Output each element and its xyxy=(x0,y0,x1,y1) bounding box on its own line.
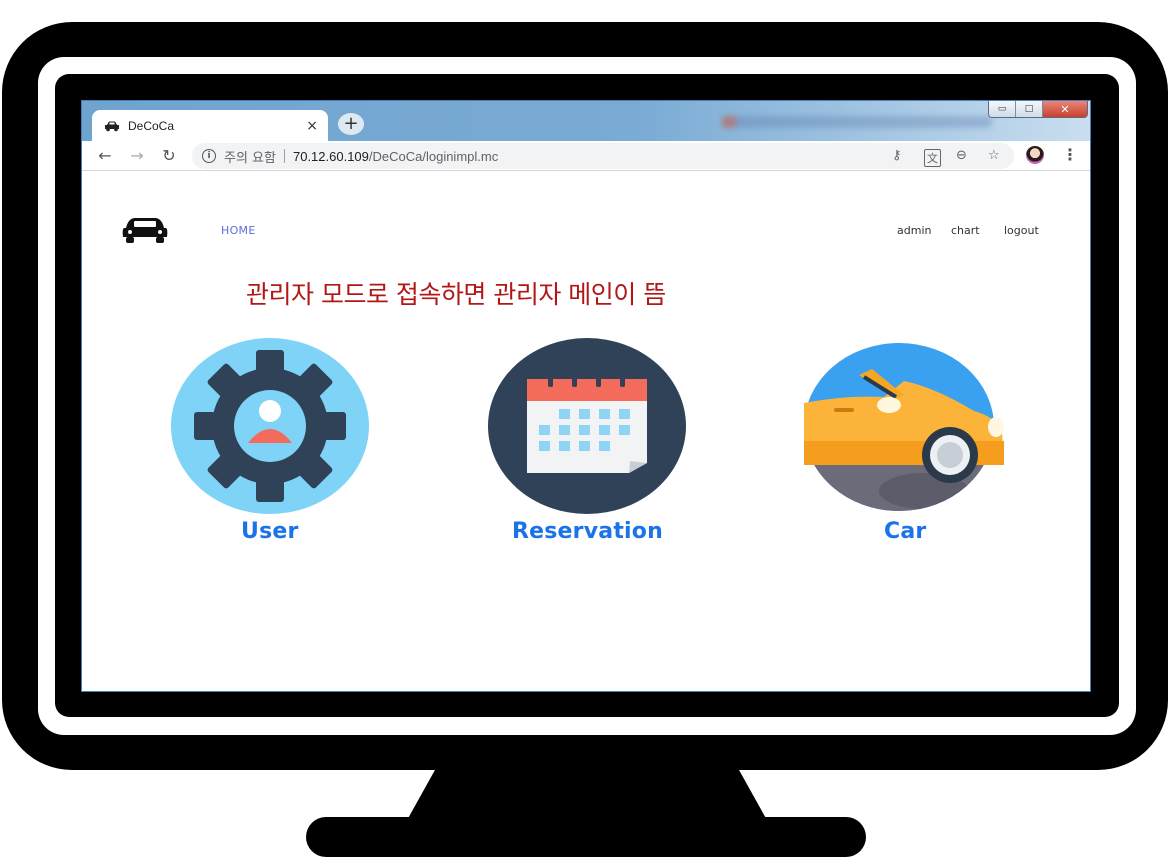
maximize-button[interactable]: □ xyxy=(1016,101,1043,117)
browser-toolbar: ← → ↻ i 주의 요함 70.12.60.109 /DeCoCa/login… xyxy=(82,141,1090,171)
card-label-car[interactable]: Car xyxy=(884,519,926,544)
star-icon[interactable]: ☆ xyxy=(988,148,1000,163)
menu-icon[interactable]: ⋮ xyxy=(1062,145,1078,164)
nav-chart-link[interactable]: chart xyxy=(951,224,980,237)
calendar-icon[interactable] xyxy=(487,337,687,515)
car-favicon-icon xyxy=(105,121,119,131)
security-label: 주의 요함 xyxy=(224,150,276,166)
nav-logout-link[interactable]: logout xyxy=(1004,224,1039,237)
yellow-car-icon[interactable] xyxy=(804,341,1004,513)
new-tab-button[interactable]: + xyxy=(338,113,364,135)
site-header: HOME admin chart logout xyxy=(82,172,1090,245)
key-icon[interactable]: ⚷ xyxy=(892,148,902,163)
monitor-stand-base xyxy=(306,817,866,857)
back-arrow-icon[interactable]: ← xyxy=(94,145,116,167)
url-separator xyxy=(283,149,285,163)
url-host: 70.12.60.109 xyxy=(292,148,369,164)
reload-icon[interactable]: ↻ xyxy=(158,145,180,167)
card-label-user[interactable]: User xyxy=(241,519,299,544)
blurred-background-text xyxy=(722,116,992,128)
address-bar[interactable]: i 주의 요함 70.12.60.109 /DeCoCa/loginimpl.m… xyxy=(192,143,1014,169)
url-path: /DeCoCa/loginimpl.mc xyxy=(368,148,499,164)
browser-titlebar: ▭ □ ✕ DeCoCa × + xyxy=(82,101,1090,141)
close-window-button[interactable]: ✕ xyxy=(1043,101,1087,117)
browser-tab[interactable]: DeCoCa × xyxy=(92,110,328,141)
forward-arrow-icon[interactable]: → xyxy=(126,145,148,167)
nav-admin-link[interactable]: admin xyxy=(897,224,931,237)
info-icon[interactable]: i xyxy=(202,149,216,163)
tab-title: DeCoCa xyxy=(128,118,175,133)
car-logo-icon[interactable] xyxy=(122,215,168,245)
translate-icon[interactable]: 文 xyxy=(924,149,941,167)
nav-home-link[interactable]: HOME xyxy=(221,224,256,237)
card-label-reservation[interactable]: Reservation xyxy=(512,519,663,544)
admin-notice-text: 관리자 모드로 접속하면 관리자 메인이 뜸 xyxy=(246,280,666,309)
browser-window: ▭ □ ✕ DeCoCa × + ← → ↻ i 주의 요함 70.12.60.… xyxy=(81,100,1091,692)
profile-avatar[interactable] xyxy=(1026,146,1044,164)
monitor-stand-neck xyxy=(406,770,768,822)
tab-close-icon[interactable]: × xyxy=(306,118,318,134)
minimize-button[interactable]: ▭ xyxy=(989,101,1016,117)
gear-user-icon[interactable] xyxy=(170,337,370,515)
window-controls: ▭ □ ✕ xyxy=(988,101,1088,118)
zoom-icon[interactable]: ⊖ xyxy=(956,148,967,163)
